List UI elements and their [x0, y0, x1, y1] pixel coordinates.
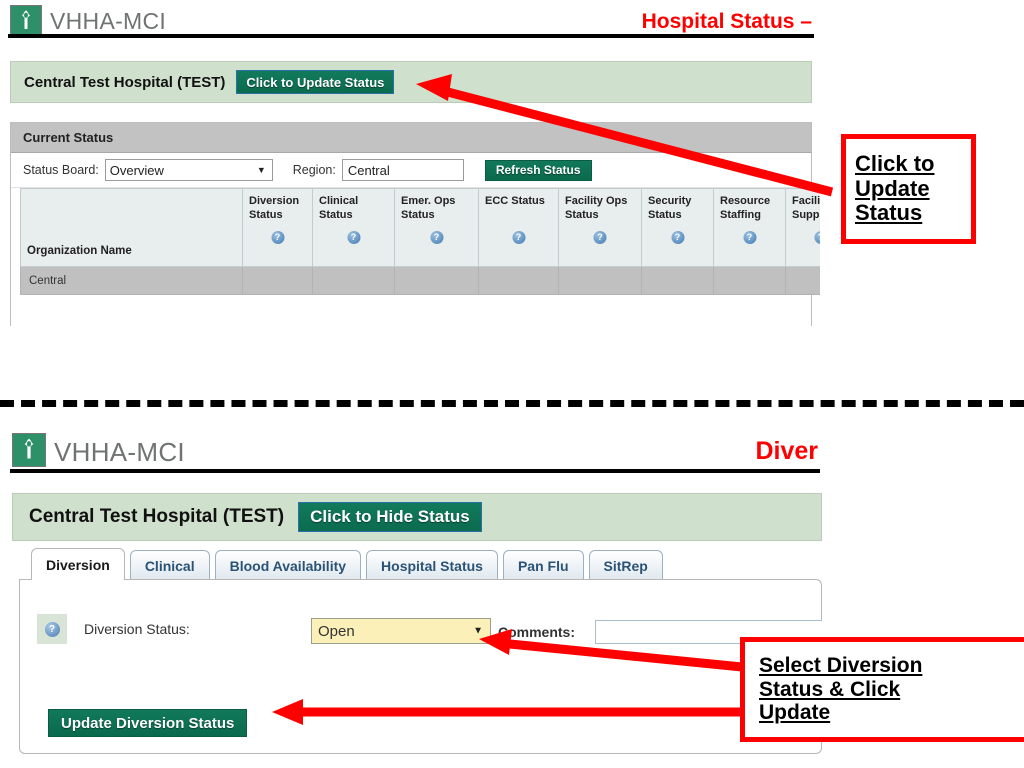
update-diversion-status-button[interactable]: Update Diversion Status — [48, 709, 248, 737]
annotation-line-3: Status — [855, 200, 923, 226]
tab-label: Blood Availability — [229, 557, 347, 574]
tab-blood-availability[interactable]: Blood Availability — [214, 550, 362, 580]
status-board-select[interactable]: Overview ▼ — [104, 159, 273, 181]
header-clinical-status: Clinical Status ? — [312, 188, 395, 267]
facility-name: Central Test Hospital (TEST) — [29, 506, 285, 527]
facility-action-bar: Central Test Hospital (TEST) Click to Up… — [10, 61, 812, 103]
help-icon[interactable]: ? — [512, 231, 525, 244]
status-board-label: Status Board: — [23, 163, 99, 177]
cell — [713, 266, 786, 295]
cell — [558, 266, 642, 295]
help-icon[interactable]: ? — [671, 231, 684, 244]
help-icon[interactable]: ? — [593, 231, 607, 244]
help-icon[interactable]: ? — [347, 231, 360, 244]
status-board-table: Organization Name Diversion Status ? Cli… — [20, 188, 820, 295]
header-divider-rule — [10, 469, 820, 473]
cell — [394, 266, 479, 295]
cell — [478, 266, 559, 295]
region-label: Region: — [292, 163, 336, 177]
comments-label: Comments: — [498, 624, 576, 640]
help-icon[interactable]: ? — [44, 621, 60, 637]
vhha-caduceus-logo-icon — [12, 433, 46, 467]
slide-canvas: VHHA-MCI Hospital Status – Central Test … — [0, 0, 1024, 768]
refresh-status-button[interactable]: Refresh Status — [484, 159, 592, 181]
brand-name: VHHA-MCI — [50, 8, 167, 34]
diversion-screenshot: VHHA-MCI Diver Central Test Hospital (TE… — [0, 415, 822, 768]
region-value: Central — [347, 162, 390, 178]
brand-name: VHHA-MCI — [54, 437, 185, 467]
tab-label: SitRep — [603, 557, 648, 574]
diversion-status-select[interactable]: Open ▼ — [311, 618, 491, 644]
tab-clinical[interactable]: Clinical — [129, 550, 210, 580]
cell — [312, 266, 395, 295]
tab-label: Clinical — [144, 557, 195, 574]
table-header-row: Organization Name Diversion Status ? Cli… — [20, 188, 820, 267]
page-title: Hospital Status – — [641, 10, 812, 33]
section-tabs: Diversion Clinical Blood Availability Ho… — [31, 548, 663, 580]
table-row: Central — [20, 266, 820, 295]
facility-name: Central Test Hospital (TEST) — [24, 73, 226, 91]
cell — [785, 266, 820, 295]
header-diversion-status: Diversion Status ? — [242, 188, 313, 267]
slide-divider — [0, 400, 1024, 407]
header-divider-rule — [8, 34, 814, 38]
header-ecc-status: ECC Status ? — [478, 188, 559, 267]
header-label: Emer. Ops Status — [401, 195, 456, 221]
tab-sitrep[interactable]: SitRep — [588, 550, 663, 580]
diversion-status-value: Open — [318, 622, 355, 640]
header-resource-staffing: Resource Staffing ? — [713, 188, 786, 267]
hospital-status-screenshot: VHHA-MCI Hospital Status – Central Test … — [0, 0, 820, 326]
annotation-select-diversion-status: Select Diversion Status & Click Update — [740, 637, 1024, 742]
header-organization-name: Organization Name — [20, 188, 243, 267]
header-label: Diversion Status — [249, 195, 300, 221]
page-title: Diver — [755, 437, 818, 465]
annotation-line-2: Status & Click — [759, 677, 901, 701]
cell — [242, 266, 313, 295]
annotation-line-1: Click to — [855, 151, 935, 177]
cell — [641, 266, 714, 295]
click-to-hide-status-button[interactable]: Click to Hide Status — [298, 502, 482, 532]
current-status-panel: Current Status Status Board: Overview ▼ … — [10, 122, 820, 326]
chevron-down-icon: ▼ — [256, 165, 266, 175]
tab-label: Hospital Status — [381, 557, 483, 574]
status-board-value: Overview — [109, 162, 164, 178]
annotation-line-2: Update — [855, 175, 930, 201]
facility-action-bar: Central Test Hospital (TEST) Click to Hi… — [12, 493, 822, 541]
header-label: Security Status — [648, 195, 692, 221]
status-filters-row: Status Board: Overview ▼ Region: Central… — [11, 153, 811, 188]
chevron-down-icon: ▼ — [473, 625, 483, 637]
help-icon[interactable]: ? — [743, 231, 756, 244]
tab-hospital-status[interactable]: Hospital Status — [366, 550, 498, 580]
header-label: Clinical Status — [319, 195, 359, 221]
vhha-caduceus-logo-icon — [10, 5, 42, 37]
top-brand-bar: VHHA-MCI Hospital Status – — [0, 0, 820, 40]
header-emer-ops-status: Emer. Ops Status ? — [394, 188, 479, 267]
annotation-click-to-update-status: Click to Update Status — [841, 134, 976, 244]
header-facility-supp: Facility Supp ? — [785, 188, 820, 267]
header-label: ECC Status — [485, 195, 545, 207]
tab-diversion[interactable]: Diversion — [31, 548, 125, 580]
header-label: Resource Staffing — [720, 195, 771, 221]
tab-pan-flu[interactable]: Pan Flu — [502, 550, 584, 580]
help-icon[interactable]: ? — [271, 231, 284, 244]
tab-label: Pan Flu — [517, 557, 569, 574]
header-facility-ops-status: Facility Ops Status ? — [558, 188, 642, 267]
header-label: Facility Ops Status — [565, 195, 628, 221]
help-icon[interactable]: ? — [814, 231, 820, 244]
diversion-help-icon-box: ? — [37, 614, 67, 644]
click-to-update-status-button[interactable]: Click to Update Status — [236, 70, 395, 94]
tab-label: Diversion — [46, 556, 110, 573]
annotation-line-1: Select Diversion — [759, 654, 923, 678]
annotation-line-3: Update — [759, 701, 831, 725]
region-input[interactable]: Central — [341, 159, 464, 181]
bottom-brand-bar: VHHA-MCI Diver — [0, 415, 822, 473]
header-security-status: Security Status ? — [641, 188, 714, 267]
header-label: Facility Supp — [792, 195, 820, 221]
help-icon[interactable]: ? — [430, 231, 443, 244]
panel-heading: Current Status — [11, 123, 811, 153]
diversion-status-label: Diversion Status: — [84, 621, 190, 637]
group-row-label: Central — [20, 266, 243, 295]
diversion-tab-panel: ? Diversion Status: Open ▼ Comments: Upd… — [19, 579, 822, 754]
